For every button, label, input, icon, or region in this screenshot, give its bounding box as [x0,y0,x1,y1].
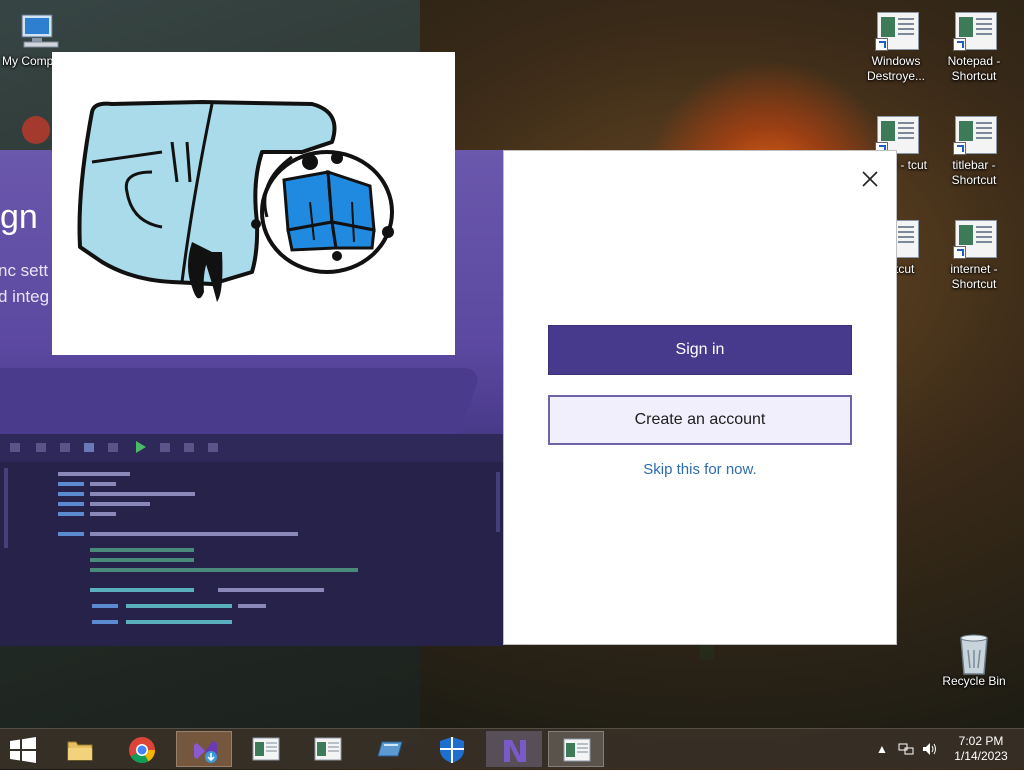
dialog-left-description: nc sett d integ [0,258,49,310]
desktop-icon-label: titlebar - Shortcut [951,158,997,187]
skip-link[interactable]: Skip this for now. [504,461,896,478]
taskbar-chrome[interactable] [114,731,170,767]
desktop-icon-windows-destroyer[interactable]: Windows Destroye... [861,12,931,84]
taskbar-file-explorer[interactable] [52,731,108,767]
taskbar-window-app[interactable] [238,731,294,767]
volume-icon[interactable] [922,742,938,759]
desktop-icon-label: My Comp [2,54,54,68]
create-account-button[interactable]: Create an account [548,395,852,445]
sign-in-button[interactable]: Sign in [548,325,852,375]
editor-illustration-top [0,368,483,438]
file-explorer-icon [66,736,94,762]
taskbar-visual-studio[interactable] [486,731,542,767]
taskbar-defender[interactable] [424,731,480,767]
desktop-icon-label: internet - Shortcut [950,262,998,291]
desktop-icon-label: Windows Destroye... [866,54,926,83]
computer-icon [16,12,62,52]
editor-toolbar [0,434,503,462]
window-app-icon [252,736,280,762]
description-line: nc sett [0,261,49,280]
shortcut-doc-icon [951,12,997,52]
drawing-illustration [77,100,394,302]
taskbar: ▲ 7:02 PM 1/14/2023 [0,728,1024,769]
desktop-icon-notepad[interactable]: Notepad - Shortcut [939,12,1009,84]
visual-studio-icon [500,736,528,762]
clock-time: 7:02 PM [958,734,1004,748]
taskbar-window-app[interactable] [300,731,356,767]
desktop-icon-label: Notepad - Shortcut [947,54,1001,83]
network-icon[interactable] [898,742,914,759]
shortcut-doc-icon [873,12,919,52]
desktop-icon-recycle-bin[interactable]: Recycle Bin [939,632,1009,689]
window-app-icon [563,737,591,763]
paint-drawing-window [52,52,455,355]
chrome-icon [128,736,156,764]
windows-start-icon [10,737,36,763]
taskbar-window-app-active[interactable] [548,731,604,767]
desktop-icon-internet[interactable]: internet - Shortcut [939,220,1009,292]
windows-logo-icon [282,169,376,252]
description-line: d integ [0,287,50,306]
visual-studio-installer-icon [191,737,219,763]
system-clock[interactable]: 7:02 PM 1/14/2023 [950,734,1012,764]
dialog-left-title: gn [0,198,38,236]
close-button[interactable] [856,165,884,193]
dialog-right-panel: Sign in Create an account Skip this for … [503,150,897,645]
close-icon [862,171,878,187]
show-hidden-icons-chevron-icon[interactable]: ▲ [876,742,888,756]
shortcut-doc-icon [951,220,997,260]
defender-shield-icon [438,736,466,763]
editor-illustration [0,434,503,646]
clock-date: 1/14/2023 [954,749,1008,763]
recycle-bin-icon [951,632,997,675]
desktop-icon-titlebar[interactable]: titlebar - Shortcut [939,116,1009,188]
taskbar-vs-installer[interactable] [176,731,232,767]
desktop-icon-label: Recycle Bin [942,674,1006,688]
window-app-icon [314,736,342,762]
shortcut-doc-icon [951,116,997,156]
drive-icon [376,736,404,762]
start-button[interactable] [8,737,38,763]
taskbar-drive[interactable] [362,731,418,767]
